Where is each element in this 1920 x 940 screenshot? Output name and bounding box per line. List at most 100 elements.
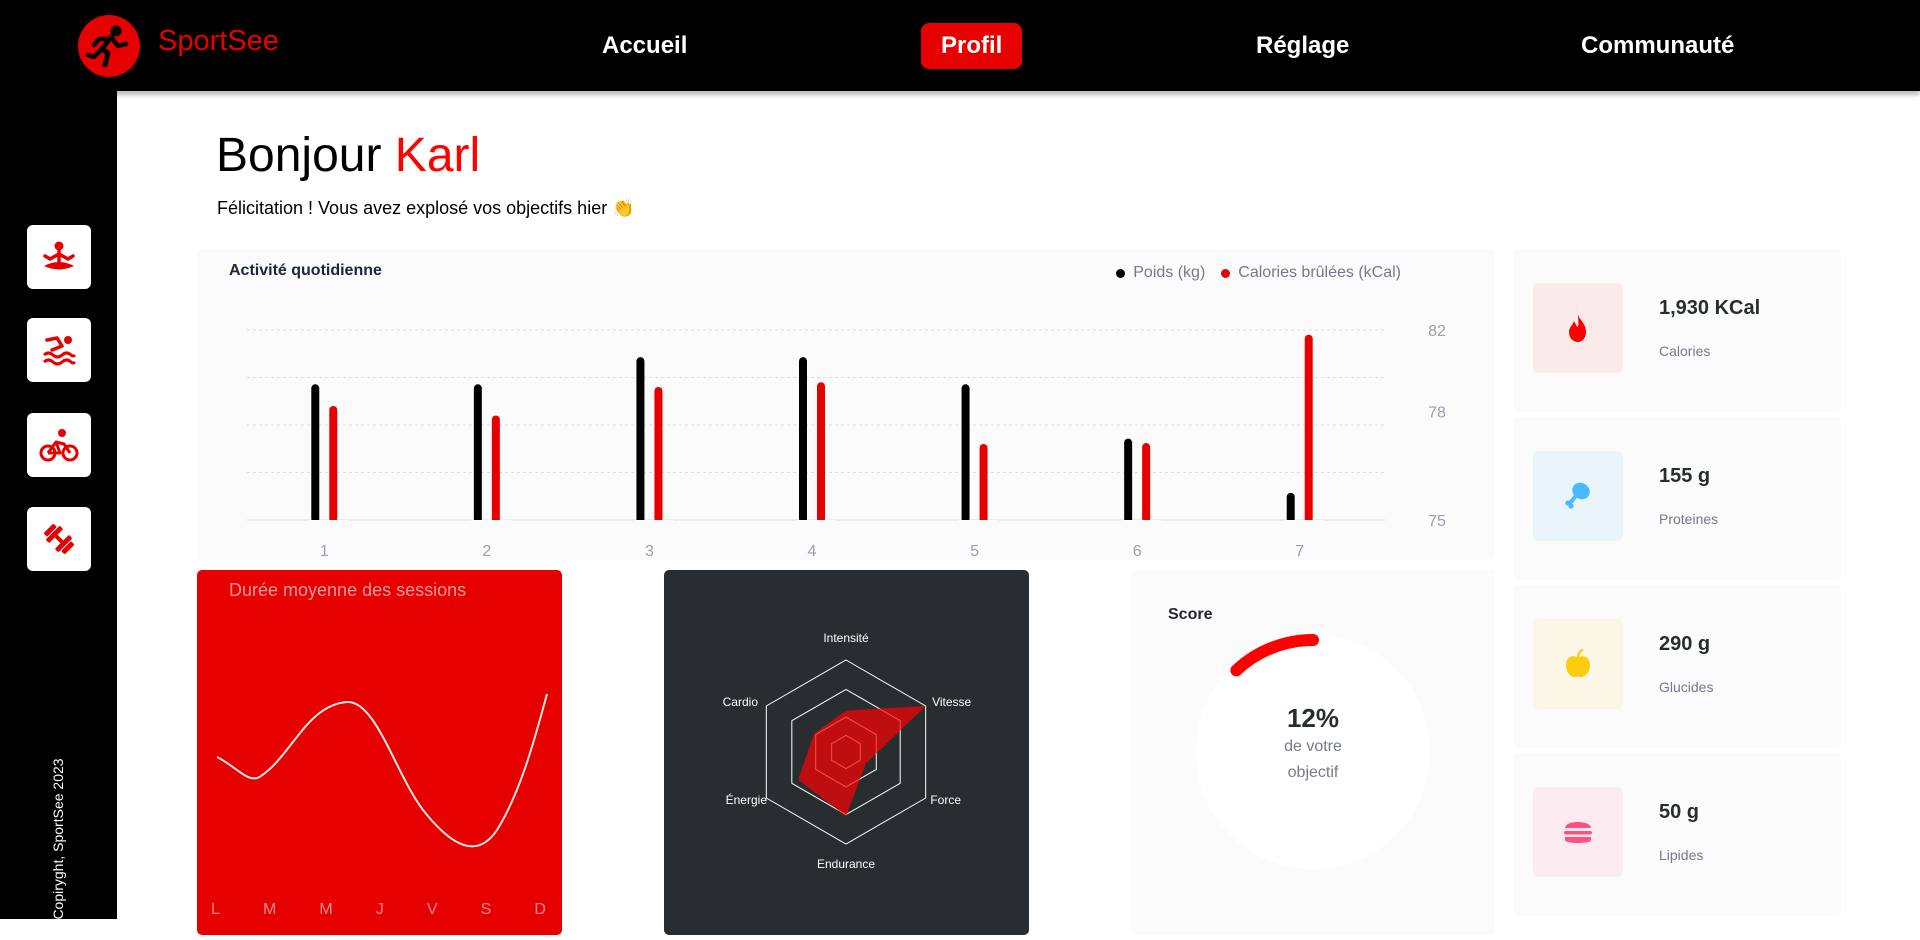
calories-card: 1,930 KCal Calories: [1513, 249, 1841, 412]
logo[interactable]: SportSee: [78, 15, 279, 77]
swimming-button[interactable]: [27, 318, 91, 382]
proteins-icon-box: [1533, 451, 1623, 541]
x-tick-label: 7: [1295, 543, 1304, 560]
proteins-value: 155 g: [1659, 465, 1711, 487]
nav-profile-link[interactable]: Profil: [921, 22, 1023, 69]
radar-label: Énergie: [726, 792, 768, 807]
lipids-label: Lipides: [1659, 847, 1704, 863]
bar-base-mask: [1121, 520, 1162, 526]
weight-bar-1: [311, 384, 320, 523]
lipids-icon-box: [1533, 787, 1623, 877]
sessions-line: [216, 693, 548, 848]
carbs-value: 290 g: [1659, 633, 1711, 655]
nav-home[interactable]: Accueil: [602, 0, 687, 91]
day-label: V: [426, 901, 438, 918]
score-label-line1: de votre: [1284, 738, 1342, 755]
radar-label: Intensité: [823, 631, 869, 645]
lipids-card: 50 g Lipides: [1513, 753, 1841, 916]
brand-name: SportSee: [158, 24, 279, 57]
day-label: D: [534, 901, 546, 918]
y-tick-label: 78: [1428, 405, 1446, 422]
bar-base-mask: [1283, 520, 1324, 526]
copyright-text: Copiryght, SportSee 2023: [50, 758, 66, 920]
carbs-label: Glucides: [1659, 679, 1714, 695]
radar-label: Cardio: [723, 695, 759, 709]
calories-value: 1,930 KCal: [1659, 297, 1761, 319]
bar-base-mask: [470, 520, 511, 526]
weight-bar-4: [799, 357, 807, 523]
swimming-icon: [43, 336, 77, 366]
carbs-card: 290 g Glucides: [1513, 585, 1841, 748]
radar-svg: Intensité Vitesse Force Endurance Énergie Car…: [723, 631, 972, 871]
x-tick-label: 4: [808, 543, 817, 560]
day-label: M: [319, 901, 333, 918]
calories-bar-3: [654, 387, 663, 523]
bar-base-mask: [633, 520, 674, 526]
weight-bar-6: [1124, 438, 1133, 523]
day-label: J: [375, 901, 384, 918]
activity-bar-chart: 1 2 3 4 5 6 7 75 78 82: [247, 323, 1446, 560]
day-label: S: [480, 901, 492, 918]
daily-activity-chart: Activité quotidienne Poids (kg) Calories…: [197, 249, 1495, 560]
greeting-hello: Bonjour: [216, 129, 382, 182]
user-first-name: Karl: [394, 129, 481, 182]
x-tick-label: 6: [1133, 543, 1142, 560]
score-value: 12%: [1286, 703, 1340, 733]
nav-home-link[interactable]: Accueil: [602, 32, 687, 60]
weight-bar-3: [636, 357, 645, 523]
performance-radar-chart: Intensité Vitesse Force Endurance Énergie Car…: [664, 570, 1029, 935]
chicken-icon: [1565, 482, 1590, 509]
bar-base-mask: [796, 520, 836, 526]
radar-label: Force: [930, 793, 961, 807]
nav-community[interactable]: Communauté: [1581, 0, 1734, 91]
cycling-icon: [39, 429, 79, 462]
top-navigation: SportSee Accueil Profil Réglage Communau…: [0, 0, 1920, 91]
nav-community-link[interactable]: Communauté: [1581, 32, 1734, 60]
calories-bar-4: [817, 382, 825, 523]
bar-base-mask: [958, 520, 999, 526]
weight-bar-7: [1286, 492, 1295, 523]
proteins-label: Proteines: [1659, 511, 1719, 527]
radar-area: [798, 706, 926, 817]
y-tick-label: 82: [1428, 323, 1446, 340]
radar-label: Vitesse: [932, 695, 971, 709]
weight-bar-5: [961, 384, 970, 523]
sessions-line-chart: [216, 693, 548, 848]
calories-icon-box: [1533, 283, 1623, 373]
flame-icon: [1569, 314, 1586, 342]
carbs-icon-box: [1533, 619, 1623, 709]
nav-settings[interactable]: Réglage: [1256, 0, 1349, 91]
nav-settings-link[interactable]: Réglage: [1256, 32, 1349, 60]
score-text: 12% de votre objectif: [1131, 703, 1495, 786]
cycling-button[interactable]: [27, 413, 91, 477]
calories-bar-6: [1142, 443, 1151, 523]
congrats-message: Félicitation ! Vous avez explosé vos obj…: [217, 198, 635, 218]
runner-logo-icon: [78, 15, 140, 77]
nav-profile[interactable]: Profil: [921, 0, 1023, 91]
radar-label: Endurance: [817, 857, 875, 871]
proteins-card: 155 g Proteines: [1513, 417, 1841, 580]
x-tick-label: 1: [320, 543, 329, 560]
sessions-day-labels: LMMJVSD: [211, 901, 546, 919]
yoga-button[interactable]: [27, 225, 91, 289]
calories-bar-1: [329, 406, 338, 523]
bar-base-mask: [308, 520, 349, 526]
x-tick-label: 3: [645, 543, 654, 560]
burger-icon: [1564, 822, 1592, 843]
average-sessions-chart: Durée moyenne des sessions LMMJVSD: [197, 570, 562, 935]
day-label: M: [262, 901, 277, 918]
score-chart: Score 12% de votre objectif: [1131, 570, 1495, 935]
yoga-icon: [43, 241, 75, 270]
y-tick-label: 75: [1428, 513, 1446, 530]
dumbbell-button[interactable]: [27, 507, 91, 571]
calories-bar-7: [1304, 334, 1313, 523]
apple-icon: [1566, 649, 1590, 678]
sidebar: Copiryght, SportSee 2023: [0, 91, 117, 920]
lipids-value: 50 g: [1659, 801, 1700, 823]
day-label: L: [211, 901, 220, 918]
score-label-line2: objectif: [1287, 764, 1339, 781]
x-tick-label: 5: [970, 543, 979, 560]
calories-label: Calories: [1659, 343, 1711, 359]
calories-bar-2: [491, 415, 500, 523]
dumbbell-icon: [44, 524, 74, 554]
